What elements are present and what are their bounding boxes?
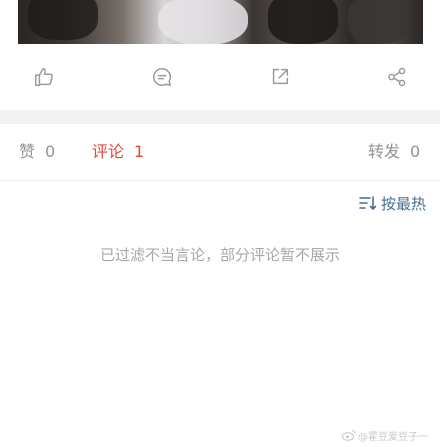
sort-toggle[interactable]: 按最热 [359,192,426,214]
like-button[interactable] [30,63,58,91]
tab-reposts[interactable]: 转发 0 [368,137,420,167]
tab-comments-label: 评论 [92,142,125,161]
tab-reposts-count: 0 [410,142,421,161]
comment-icon [153,68,172,86]
comment-button[interactable] [148,63,176,91]
photo-region [268,0,338,44]
watermark-text: @霍豆爱豆子一 [358,431,428,443]
post-detail-page: 赞0 评论 1 转发 0 按最热 已过滤不当言论，部分评论暂不展示 @霍豆爱豆子一 [0,0,440,447]
photo-region [28,0,98,40]
tabs-divider [0,180,440,181]
tab-likes-count: 0 [45,142,56,161]
tab-comments[interactable]: 评论 1 [92,137,144,167]
share-button[interactable] [383,63,411,91]
thumbs-up-icon [35,68,53,86]
weibo-watermark: @霍豆爱豆子一 [342,427,428,443]
photo-region [158,0,248,44]
filtered-comments-notice: 已过滤不当言论，部分评论暂不展示 [99,246,340,264]
repost-button[interactable] [266,63,294,91]
weibo-logo-icon [342,429,356,441]
tab-likes[interactable]: 赞0 [19,137,55,167]
photo-region [348,0,408,44]
post-photo[interactable] [18,0,423,44]
share-out-icon [272,68,289,85]
share-nodes-icon [388,67,406,87]
sort-icon [359,196,377,210]
tab-reposts-label: 转发 [368,142,401,161]
sort-label: 按最热 [380,194,426,213]
interaction-tabs: 赞0 评论 1 转发 0 [0,137,440,167]
section-divider [0,110,440,124]
tab-likes-label: 赞 [19,142,36,161]
tab-comments-count: 1 [134,142,145,161]
action-bar [0,58,440,96]
